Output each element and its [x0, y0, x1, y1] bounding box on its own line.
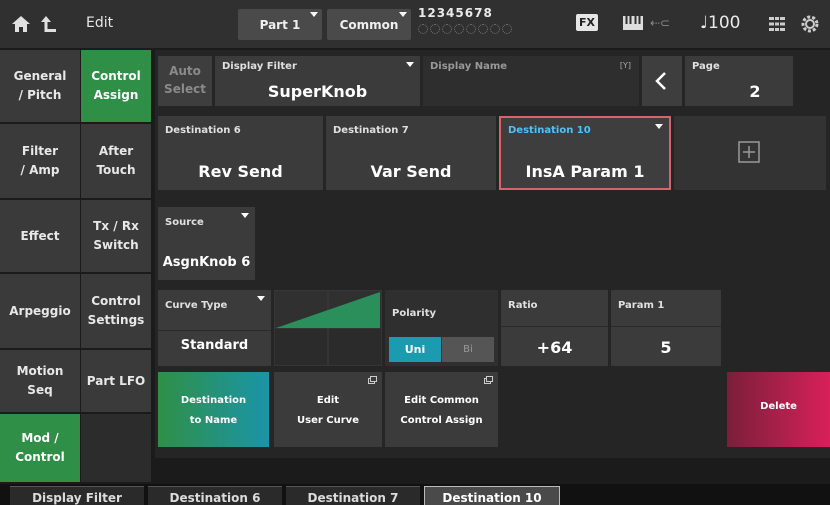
destination-7-slot[interactable]: Destination 7 Var Send — [326, 116, 496, 190]
display-name-marker: [Y] — [619, 61, 631, 70]
nav-control-assign[interactable]: Control Assign — [81, 50, 151, 122]
nav-control-settings[interactable]: Control Settings — [81, 274, 151, 348]
destination-10-label: Destination 10 — [508, 125, 591, 136]
destination-6-value: Rev Send — [198, 162, 283, 181]
up-level-icon[interactable] — [38, 13, 60, 35]
display-name-field[interactable]: Display Name [Y] — [423, 56, 639, 106]
destination-6-slot[interactable]: Destination 6 Rev Send — [158, 116, 323, 190]
param1-value: 5 — [660, 338, 672, 357]
part-select-button[interactable]: Part 1 — [238, 9, 322, 40]
delete-label: Delete — [760, 401, 797, 412]
display-filter-value: SuperKnob — [267, 82, 368, 101]
source-select[interactable]: Source AsgnKnob 6 — [158, 207, 255, 280]
screen-title: Edit — [86, 15, 114, 31]
nav-tx-rx-switch[interactable]: Tx / Rx Switch — [81, 200, 151, 272]
dropdown-arrow-icon — [257, 296, 265, 301]
chevron-left-icon — [655, 72, 666, 90]
param1-label: Param 1 — [618, 300, 665, 311]
destination-7-label: Destination 7 — [333, 125, 409, 136]
tab-destination-10[interactable]: Destination 10 — [424, 486, 560, 505]
grid-menu-icon[interactable] — [768, 15, 786, 33]
polarity-bi-button[interactable]: Bi — [442, 337, 494, 362]
nav-mod-control[interactable]: Mod / Control — [0, 414, 80, 482]
nav-part-lfo[interactable]: Part LFO — [81, 350, 151, 412]
curve-type-value: Standard — [180, 338, 249, 353]
curve-type-select[interactable]: Curve Type Standard — [158, 290, 271, 366]
dropdown-arrow-icon — [655, 124, 663, 129]
page-field[interactable]: Page 2 — [685, 56, 793, 106]
usb-icon: ⇠⊂ — [650, 16, 671, 30]
popup-icon — [484, 376, 493, 384]
destination-7-value: Var Send — [370, 162, 452, 181]
popup-icon — [368, 376, 377, 384]
part-status-dots — [418, 24, 514, 34]
display-filter-select[interactable]: Display Filter SuperKnob — [215, 56, 420, 106]
part-numbers: 12345678 — [418, 6, 493, 20]
page-value: 2 — [749, 82, 761, 101]
source-label: Source — [165, 217, 204, 228]
screen: Edit Part 1 Common 12345678 FX ⇠⊂ ♩100 G… — [0, 0, 830, 505]
nav-motion-seq[interactable]: Motion Seq — [0, 350, 80, 412]
common-button[interactable]: Common — [327, 9, 411, 40]
auto-select-label: Auto Select — [164, 64, 206, 96]
ratio-field[interactable]: Ratio +64 — [501, 290, 608, 366]
nav-empty-slot — [81, 414, 151, 482]
auto-select-button[interactable]: Auto Select — [158, 56, 212, 106]
edit-common-control-assign-label: Edit Common Control Assign — [400, 395, 483, 426]
page-back-button[interactable] — [642, 56, 682, 106]
ratio-label: Ratio — [508, 300, 538, 311]
common-label: Common — [339, 17, 399, 32]
polarity-control: Polarity Uni Bi — [385, 290, 498, 366]
nav-filter-amp[interactable]: Filter / Amp — [0, 124, 80, 198]
curve-type-label: Curve Type — [165, 300, 228, 311]
tab-display-filter[interactable]: Display Filter — [10, 486, 144, 505]
destination-6-label: Destination 6 — [165, 125, 241, 136]
nav-arpeggio[interactable]: Arpeggio — [0, 274, 80, 348]
control-assign-panel: Auto Select Display Filter SuperKnob Dis… — [155, 50, 830, 458]
plus-icon — [738, 141, 760, 163]
add-destination-button[interactable] — [674, 116, 826, 190]
keyboard-icon[interactable] — [622, 14, 644, 32]
dropdown-arrow-icon — [399, 12, 407, 17]
ratio-value: +64 — [536, 338, 573, 357]
edit-common-control-assign-button[interactable]: Edit Common Control Assign — [385, 372, 498, 447]
page-label: Page — [692, 61, 720, 72]
nav-general-pitch[interactable]: General / Pitch — [0, 50, 80, 122]
destination-10-value: InsA Param 1 — [525, 162, 645, 181]
edit-user-curve-label: Edit User Curve — [297, 395, 359, 426]
dropdown-arrow-icon — [241, 213, 249, 218]
curve-graph — [273, 289, 383, 367]
param1-field[interactable]: Param 1 5 — [611, 290, 721, 366]
curve-shape — [273, 289, 383, 367]
source-value: AsgnKnob 6 — [162, 255, 251, 270]
dropdown-arrow-icon — [310, 12, 318, 17]
tab-destination-7[interactable]: Destination 7 — [286, 486, 420, 505]
polarity-uni-button[interactable]: Uni — [389, 337, 441, 362]
destination-to-name-button[interactable]: Destination to Name — [158, 372, 269, 447]
home-icon[interactable] — [10, 13, 32, 35]
nav-after-touch[interactable]: After Touch — [81, 124, 151, 198]
nav-effect[interactable]: Effect — [0, 200, 80, 272]
delete-button[interactable]: Delete — [727, 372, 830, 447]
dropdown-arrow-icon — [406, 62, 414, 67]
tempo-display[interactable]: ♩100 — [700, 13, 740, 33]
display-name-label: Display Name — [430, 61, 508, 72]
destination-to-name-label: Destination to Name — [180, 395, 247, 426]
tab-destination-6[interactable]: Destination 6 — [148, 486, 282, 505]
polarity-label: Polarity — [392, 308, 437, 319]
bottom-tab-bar: Display Filter Destination 6 Destination… — [0, 484, 830, 505]
fx-badge[interactable]: FX — [576, 14, 598, 31]
destination-10-slot[interactable]: Destination 10 InsA Param 1 — [499, 116, 671, 190]
top-bar: Edit Part 1 Common 12345678 FX ⇠⊂ ♩100 — [0, 0, 830, 48]
edit-user-curve-button[interactable]: Edit User Curve — [274, 372, 382, 447]
part-select-label: Part 1 — [259, 17, 301, 32]
display-filter-label: Display Filter — [222, 61, 297, 72]
gear-icon[interactable] — [800, 14, 820, 34]
